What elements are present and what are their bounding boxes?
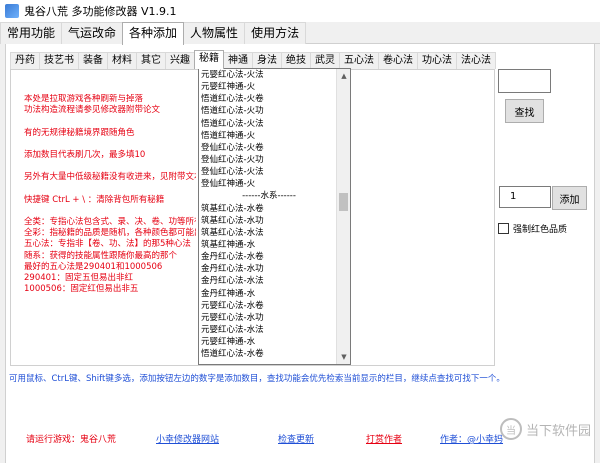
list-item[interactable]: 登仙红心法-火法 [200, 166, 337, 178]
footer-game: 请运行游戏：鬼谷八荒 [26, 435, 117, 445]
info-line: 功法构造流程请参见修改器附带论文 [24, 105, 161, 116]
sub-tab[interactable]: 装备 [78, 52, 108, 69]
info-line: 全类：专指心法包含式、录、决、卷、功等所有 [24, 217, 196, 228]
sub-tab[interactable]: 丹药 [10, 52, 40, 69]
info-line: 随系：获得的技能属性跟随你最高的那个 [24, 250, 178, 261]
force-red-checkbox[interactable] [498, 223, 509, 234]
search-button[interactable]: 查找 [505, 99, 544, 123]
sub-tab[interactable]: 技艺书 [39, 52, 79, 69]
force-red-label: 强制红色品质 [513, 225, 568, 235]
info-line [24, 116, 196, 127]
list-item[interactable]: 悟道红心法-火法 [200, 118, 337, 130]
footer-donate-link[interactable]: 打赏作者 [366, 432, 402, 445]
info-line: 五心法：专指非【卷、功、法】的那5种心法 [24, 239, 191, 250]
list-item[interactable]: 登仙红心法-火卷 [200, 142, 337, 154]
main-tab[interactable]: 人物属性 [183, 22, 246, 44]
list-item[interactable]: 金丹红心法-水法 [200, 275, 337, 287]
item-listbox[interactable]: 元婴红心法-火法 元婴红神通-火 悟道红心法-火卷 悟道红心法-火功 悟道红心法-火法悟… [198, 68, 351, 365]
sub-tab[interactable]: 材料 [107, 52, 137, 69]
search-input[interactable] [498, 69, 551, 93]
sub-tab[interactable]: 武灵 [310, 52, 340, 69]
info-line [24, 206, 196, 217]
list-item[interactable]: 悟道红心法-水卷 [200, 348, 337, 360]
list-item[interactable]: 金丹红心法-水卷 [200, 251, 337, 263]
force-red-option[interactable]: 强制红色品质 [498, 222, 567, 235]
info-line: 本处是拉取游戏各种刷新与掉落 [24, 94, 144, 104]
list-item[interactable]: 悟道红心法-火卷 [200, 93, 337, 105]
list-item[interactable]: 登仙红神通-火 [200, 178, 337, 190]
listbox-items: 元婴红心法-火法 元婴红神通-火 悟道红心法-火卷 悟道红心法-火功 悟道红心法-火法悟… [200, 69, 337, 360]
usage-hint: 可用鼠标、CtrL键、Shift键多选，添加按钮左边的数字是添加数目，查找功能会… [9, 374, 505, 384]
scrollbar-thumb[interactable] [339, 193, 348, 211]
main-tab[interactable]: 常用功能 [0, 22, 63, 44]
list-item[interactable]: 悟道红神通-火 [200, 130, 337, 142]
list-item[interactable]: 登仙红心法-火功 [200, 154, 337, 166]
sub-tab[interactable]: 神通 [223, 52, 253, 69]
list-item[interactable]: 元婴红神通-火 [200, 81, 337, 93]
info-line [24, 184, 196, 195]
list-item[interactable]: 元婴红心法-水功 [200, 312, 337, 324]
title-bar: 鬼谷八荒 多功能修改器 V1.9.1 [0, 0, 600, 22]
list-item[interactable]: 金丹红神通-水 [200, 288, 337, 300]
sub-tab[interactable]: 法心法 [456, 52, 496, 69]
footer-site-link[interactable]: 小幸修改器网站 [156, 432, 219, 445]
info-line: 最好的五心法是290401和1000506 [24, 261, 163, 272]
quantity-input[interactable]: 1 [499, 186, 551, 208]
list-item[interactable]: 悟道红心法-火功 [200, 105, 337, 117]
footer-author[interactable]: 作者：@小幸妈 [440, 432, 503, 445]
info-line [24, 139, 196, 150]
sub-tab[interactable]: 五心法 [339, 52, 379, 69]
list-item[interactable]: 筑基红心法-水功 [200, 215, 337, 227]
list-item[interactable]: 元婴红心法-水卷 [200, 300, 337, 312]
info-line: 1000506：固定红但易出非五 [24, 284, 139, 295]
main-tab[interactable]: 使用方法 [244, 22, 307, 44]
info-line: 290401：固定五但易出非红 [24, 273, 133, 283]
listbox-scrollbar[interactable]: ▲ ▼ [336, 69, 350, 364]
window-title: 鬼谷八荒 多功能修改器 V1.9.1 [24, 5, 177, 18]
list-item[interactable]: 筑基红神通-水 [200, 239, 337, 251]
watermark: 当 当下软件园 [500, 418, 591, 440]
main-tab[interactable]: 各种添加 [122, 22, 185, 45]
info-line: 添加数目代表刷几次，最多填10 [24, 149, 146, 160]
list-item[interactable]: 元婴红神通-水 [200, 336, 337, 348]
main-tab[interactable]: 气运改命 [61, 22, 124, 44]
chevron-up-icon[interactable]: ▲ [337, 69, 350, 83]
info-text: 本处是拉取游戏各种刷新与掉落 功法构造流程请参见修改器附带论文 有的无规律秘籍境界跟… [24, 94, 196, 295]
info-line: 快捷键 CtrL + \ ：清除背包所有秘籍 [24, 194, 165, 205]
info-line: 全彩：指秘籍的品质是随机，各种颜色都可能出 [24, 228, 196, 239]
sub-tab[interactable]: 身法 [252, 52, 282, 69]
list-item[interactable]: 筑基红心法-水卷 [200, 203, 337, 215]
app-icon [5, 4, 19, 18]
watermark-text: 当下软件园 [526, 423, 592, 439]
list-item[interactable]: 筑基红心法-水法 [200, 227, 337, 239]
add-button[interactable]: 添加 [552, 186, 587, 210]
sub-tab[interactable]: 功心法 [417, 52, 457, 69]
info-line: 有的无规律秘籍境界跟随角色 [24, 127, 135, 138]
sub-tab[interactable]: 卷心法 [378, 52, 418, 69]
main-tab-bar: 常用功能 气运改命 各种添加 人物属性 使用方法 [0, 22, 600, 45]
list-item[interactable]: 金丹红心法-水功 [200, 263, 337, 275]
list-item[interactable]: ------水系------ [200, 190, 337, 202]
footer-update-link[interactable]: 检查更新 [278, 432, 314, 445]
sub-tab[interactable]: 其它 [136, 52, 166, 69]
sub-tab[interactable]: 兴趣 [165, 52, 195, 69]
info-line [24, 161, 196, 172]
sub-tab[interactable]: 秘籍 [194, 50, 224, 69]
list-item[interactable]: 元婴红心法-火法 [200, 69, 337, 81]
chevron-down-icon[interactable]: ▼ [337, 350, 350, 364]
sub-tab[interactable]: 绝技 [281, 52, 311, 69]
info-line: 另外有大量中低级秘籍没有收进来，见附带文本 [24, 172, 196, 183]
list-item[interactable]: 元婴红心法-水法 [200, 324, 337, 336]
watermark-logo: 当 [500, 418, 522, 440]
